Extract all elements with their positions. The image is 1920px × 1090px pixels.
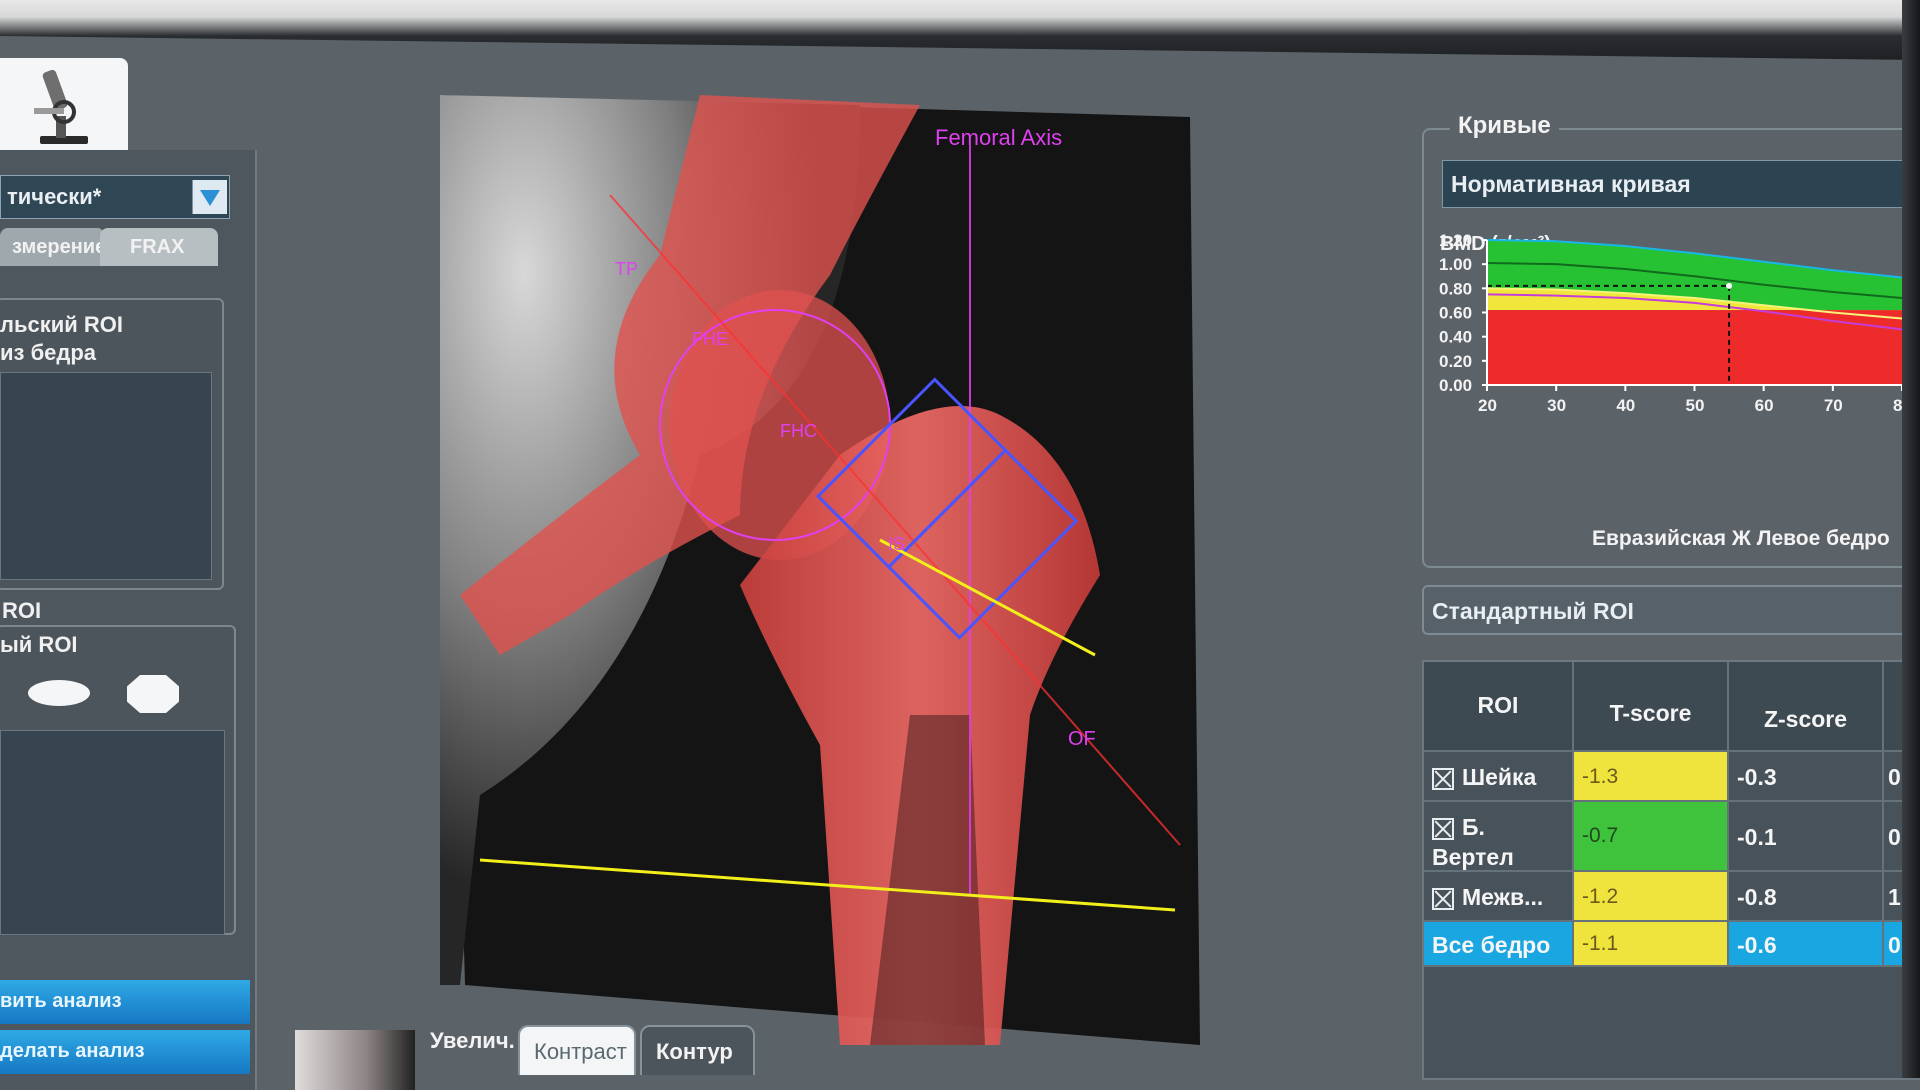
checkbox-checked-icon[interactable] — [1432, 767, 1454, 790]
table-row-roi-name-selected[interactable]: Все бедро — [1424, 922, 1574, 967]
standard-roi-label: Стандартный ROI — [1432, 598, 1634, 624]
save-analysis-label: вить анализ — [0, 990, 122, 1012]
tscore-cell: -1.1 — [1574, 922, 1729, 967]
table-row-roi-name[interactable]: Б. Вертел — [1424, 802, 1574, 872]
x-tick-label: 70 — [1824, 396, 1843, 415]
roi-name: Межв... — [1462, 884, 1544, 910]
zscore-cell: -0.8 — [1729, 872, 1884, 922]
y-tick-label: 0.40 — [1439, 328, 1472, 347]
x-tick-label: 60 — [1755, 396, 1774, 415]
curve-type-select[interactable]: Нормативная кривая — [1442, 160, 1920, 208]
save-analysis-button[interactable]: вить анализ — [0, 980, 250, 1024]
curves-title: Кривые — [1450, 112, 1559, 140]
analysis-mode-value: тически* — [7, 184, 102, 209]
dxa-scan-viewer[interactable]: Femoral Axis TP FHE FHC IS OF — [440, 95, 1200, 1050]
app-logo — [0, 58, 128, 150]
fhe-label: FHE — [692, 329, 728, 349]
microscope-icon — [34, 69, 88, 144]
standard-roi-header: Стандартный ROI — [1422, 585, 1920, 635]
zscore-cell: -0.3 — [1729, 752, 1884, 802]
bmd-reference-chart: BMD (г/см²) 0.000.200.400.600.801.001.20… — [1439, 231, 1907, 550]
roi-group-title-2: из бедра — [0, 340, 97, 365]
tscore-cell: -1.3 — [1574, 752, 1729, 802]
tp-label: TP — [615, 259, 638, 279]
y-tick-label: 0.60 — [1439, 304, 1472, 323]
roi-list-area[interactable] — [0, 372, 212, 580]
curve-type-value: Нормативная кривая — [1451, 171, 1691, 197]
y-tick-label: 1.00 — [1439, 255, 1472, 274]
zscore-cell: -0.6 — [1729, 922, 1884, 967]
tab-measurement-label: змерение — [12, 236, 107, 258]
roi-shape-list[interactable] — [0, 730, 225, 935]
tab-frax[interactable]: FRAX — [100, 228, 218, 266]
y-tick-label: 0.00 — [1439, 376, 1472, 395]
table-row-roi-name[interactable]: Шейка — [1424, 752, 1574, 802]
redo-analysis-label: делать анализ — [0, 1040, 145, 1062]
patient-point — [1726, 282, 1733, 289]
roi-results-table: ROI T-score Z-score Шейка -1.3 -0.3 0. Б… — [1422, 660, 1920, 1080]
redo-analysis-button[interactable]: делать анализ — [0, 1030, 250, 1074]
checkbox-checked-icon[interactable] — [1432, 887, 1454, 910]
table-row-roi-name[interactable]: Межв... — [1424, 872, 1574, 922]
fhc-label: FHC — [780, 421, 817, 441]
col-header-roi: ROI — [1424, 662, 1574, 752]
y-tick-label: 1.20 — [1439, 231, 1472, 250]
roi-section-label: ROI — [2, 598, 42, 623]
analysis-mode-select[interactable]: тически* — [0, 175, 230, 219]
y-tick-label: 0.20 — [1439, 352, 1472, 371]
ellipse-roi-tool[interactable] — [28, 680, 90, 706]
col-header-zscore: Z-score — [1729, 662, 1884, 752]
roi-group-title-1: льский ROI — [0, 312, 124, 337]
roi-shape-label: ый ROI — [0, 632, 78, 657]
femoral-axis-label: Femoral Axis — [935, 125, 1062, 150]
hip-scan-image: Femoral Axis TP FHE FHC IS OF — [440, 95, 1200, 1045]
x-tick-label: 50 — [1686, 396, 1705, 415]
col-header-tscore: T-score — [1574, 662, 1729, 752]
roi-name: Шейка — [1462, 764, 1537, 790]
monitor-bezel-right — [1902, 0, 1920, 1078]
tab-frax-label: FRAX — [130, 236, 185, 258]
x-tick-label: 20 — [1478, 396, 1497, 415]
tscore-cell: -0.7 — [1574, 802, 1729, 872]
chart-xlabel: Евразийская Ж Левое бедро — [1592, 527, 1890, 550]
roi-name: Все бедро — [1432, 932, 1551, 958]
x-tick-label: 40 — [1616, 396, 1635, 415]
y-tick-label: 0.80 — [1439, 279, 1472, 298]
is-label: IS — [888, 534, 905, 554]
zscore-cell: -0.1 — [1729, 802, 1884, 872]
polygon-roi-tool[interactable] — [127, 675, 179, 713]
x-tick-label: 30 — [1547, 396, 1566, 415]
tscore-cell: -1.2 — [1574, 872, 1729, 922]
tab-measurement[interactable]: змерение — [0, 228, 107, 266]
scan-thumbnail[interactable] — [295, 1030, 415, 1090]
checkbox-checked-icon[interactable] — [1432, 817, 1454, 840]
of-label: OF — [1068, 728, 1096, 750]
monitor-bezel-top — [0, 0, 1920, 60]
dropdown-arrow-icon[interactable] — [192, 180, 227, 214]
